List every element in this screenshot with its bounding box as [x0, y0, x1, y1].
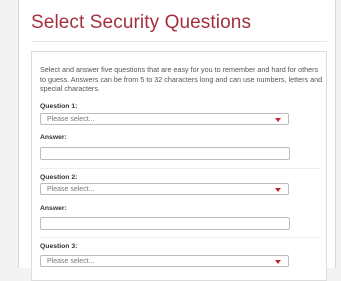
chevron-down-icon — [275, 260, 281, 264]
chevron-down-icon — [275, 118, 281, 122]
answer-1-input[interactable] — [40, 147, 290, 160]
question-3-select-value: Please select... — [47, 258, 95, 265]
security-questions-panel: Select and answer five questions that ar… — [31, 51, 327, 281]
title-divider — [31, 41, 327, 42]
answer-2-label: Answer: — [40, 205, 67, 212]
chevron-down-icon — [275, 188, 281, 192]
question-1-select-value: Please select... — [47, 116, 95, 123]
page-title: Select Security Questions — [31, 12, 252, 33]
question-divider — [40, 168, 320, 169]
page-container: Select Security Questions Select and ans… — [18, 0, 336, 281]
answer-2-input[interactable] — [40, 217, 290, 230]
question-1-label: Question 1: — [40, 103, 78, 110]
question-3-select[interactable]: Please select... — [40, 255, 289, 267]
answer-1-label: Answer: — [40, 134, 67, 141]
question-2-select[interactable]: Please select... — [40, 183, 289, 195]
question-2-label: Question 2: — [40, 174, 78, 181]
question-3-label: Question 3: — [40, 243, 78, 250]
question-2-select-value: Please select... — [47, 186, 95, 193]
instructions-text: Select and answer five questions that ar… — [40, 65, 323, 94]
question-1-select[interactable]: Please select... — [40, 113, 289, 125]
question-divider — [40, 237, 320, 238]
